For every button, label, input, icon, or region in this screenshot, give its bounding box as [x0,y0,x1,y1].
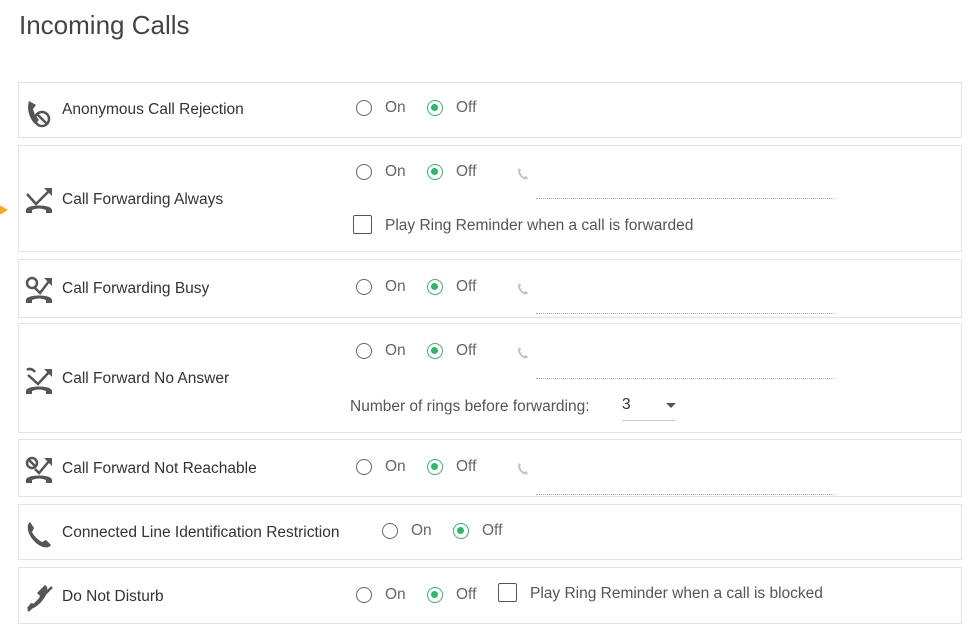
page-title: Incoming Calls [19,10,190,40]
radio-on-label: On [385,458,406,475]
radio-off[interactable] [427,100,443,116]
radio-off-label: Off [456,458,477,475]
radio-on-label: On [385,278,406,295]
setting-label: Anonymous Call Rejection [62,101,244,118]
do-not-disturb-icon [27,585,53,612]
radio-off[interactable] [427,164,443,180]
radio-on[interactable] [382,523,398,539]
radio-on-label: On [411,522,432,539]
phone-icon [27,522,51,548]
radio-off-label: Off [456,278,477,295]
radio-off-label: Off [456,99,477,116]
setting-label: Call Forwarding Always [62,191,224,208]
setting-row-anonymous-call-rejection: Anonymous Call Rejection On Off [18,82,962,138]
radio-off[interactable] [453,523,469,539]
radio-off[interactable] [427,279,443,295]
radio-on-label: On [385,99,406,116]
setting-row-call-forwarding-always: Call Forwarding Always On Off Play Ring … [18,145,962,252]
radio-off[interactable] [427,587,443,603]
radio-on[interactable] [356,279,372,295]
radio-on[interactable] [356,587,372,603]
call-forward-not-reachable-icon [25,456,52,483]
setting-label: Do Not Disturb [62,588,164,605]
phone-small-icon [518,283,528,295]
radio-on[interactable] [356,100,372,116]
ring-reminder-checkbox[interactable] [498,583,517,602]
radio-off-label: Off [456,586,477,603]
phone-small-icon [518,168,528,180]
radio-off[interactable] [427,343,443,359]
active-row-indicator-icon [0,205,8,215]
forward-number-input[interactable] [536,493,834,495]
setting-row-call-forward-no-answer: Call Forward No Answer On Off Number of … [18,323,962,433]
call-forward-no-answer-icon [26,367,52,394]
forward-number-input[interactable] [536,377,834,379]
setting-label: Call Forward No Answer [62,370,230,387]
setting-row-call-forwarding-busy: Call Forwarding Busy On Off [18,259,962,318]
radio-on-label: On [385,163,406,180]
radio-on-label: On [385,586,406,603]
setting-row-call-forward-not-reachable: Call Forward Not Reachable On Off [18,439,962,497]
phone-small-icon [518,347,528,359]
radio-off[interactable] [427,459,443,475]
radio-off-label: Off [482,522,503,539]
radio-on[interactable] [356,164,372,180]
radio-on-label: On [385,342,406,359]
chevron-down-icon [666,403,676,408]
radio-on[interactable] [356,459,372,475]
forward-number-input[interactable] [536,312,834,314]
ring-reminder-checkbox[interactable] [353,215,372,234]
ring-reminder-label: Play Ring Reminder when a call is blocke… [530,585,823,602]
setting-label: Connected Line Identification Restrictio… [62,524,340,541]
anonymous-rejection-icon [28,101,51,128]
call-forward-icon [26,188,52,213]
call-forward-busy-icon [25,276,52,303]
forward-number-input[interactable] [536,197,834,199]
rings-value: 3 [622,396,631,413]
setting-label: Call Forward Not Reachable [62,460,257,477]
radio-off-label: Off [456,342,477,359]
rings-select[interactable]: 3 [622,396,676,421]
ring-reminder-label: Play Ring Reminder when a call is forwar… [385,217,694,234]
phone-small-icon [518,463,528,475]
radio-off-label: Off [456,163,477,180]
setting-label: Call Forwarding Busy [62,280,210,297]
rings-label: Number of rings before forwarding: [350,398,590,415]
setting-row-do-not-disturb: Do Not Disturb On Off Play Ring Reminder… [18,567,962,624]
radio-on[interactable] [356,343,372,359]
setting-row-connected-line-identification-restriction: Connected Line Identification Restrictio… [18,504,962,560]
